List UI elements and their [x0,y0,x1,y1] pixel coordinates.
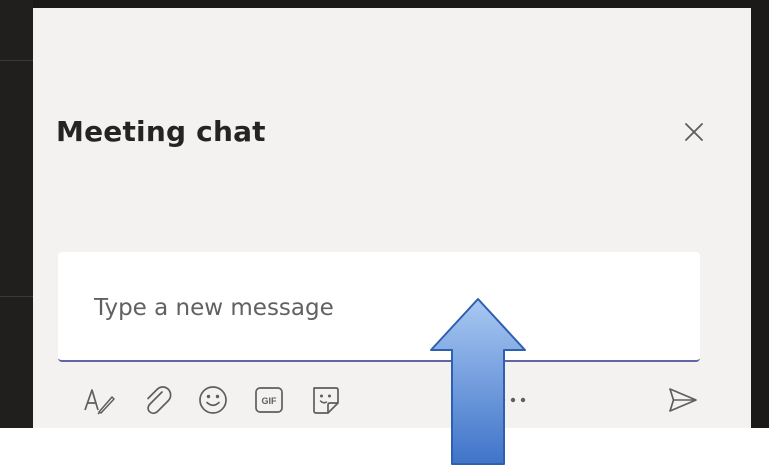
screenshot-stage: Meeting chat Type a new message GIF [0,0,769,466]
image-margin [0,428,769,466]
emoji-icon [199,386,227,414]
compose-toolbar: GIF [33,366,751,428]
format-button[interactable] [79,380,119,420]
more-options-icon [500,397,526,403]
emoji-button[interactable] [193,380,233,420]
attach-button[interactable] [137,380,177,420]
sticker-button[interactable] [305,380,345,420]
more-options-button[interactable] [493,380,533,420]
svg-text:GIF: GIF [262,396,278,406]
close-button[interactable] [676,114,712,150]
compose-box [58,252,700,362]
close-icon [685,123,703,141]
gif-button[interactable]: GIF [249,380,289,420]
gif-icon: GIF [255,387,283,413]
send-button[interactable] [663,380,703,420]
strip-divider [0,60,33,61]
message-input[interactable] [94,290,654,326]
meeting-stage-strip [0,0,33,428]
window-right-edge [751,0,769,428]
strip-divider [0,296,33,297]
window-top-bar [0,0,769,8]
send-icon [669,388,697,412]
page-title: Meeting chat [56,115,266,148]
attach-icon [147,386,172,415]
sticker-icon [313,387,339,414]
format-icon [84,389,115,415]
meeting-chat-panel [33,8,751,428]
